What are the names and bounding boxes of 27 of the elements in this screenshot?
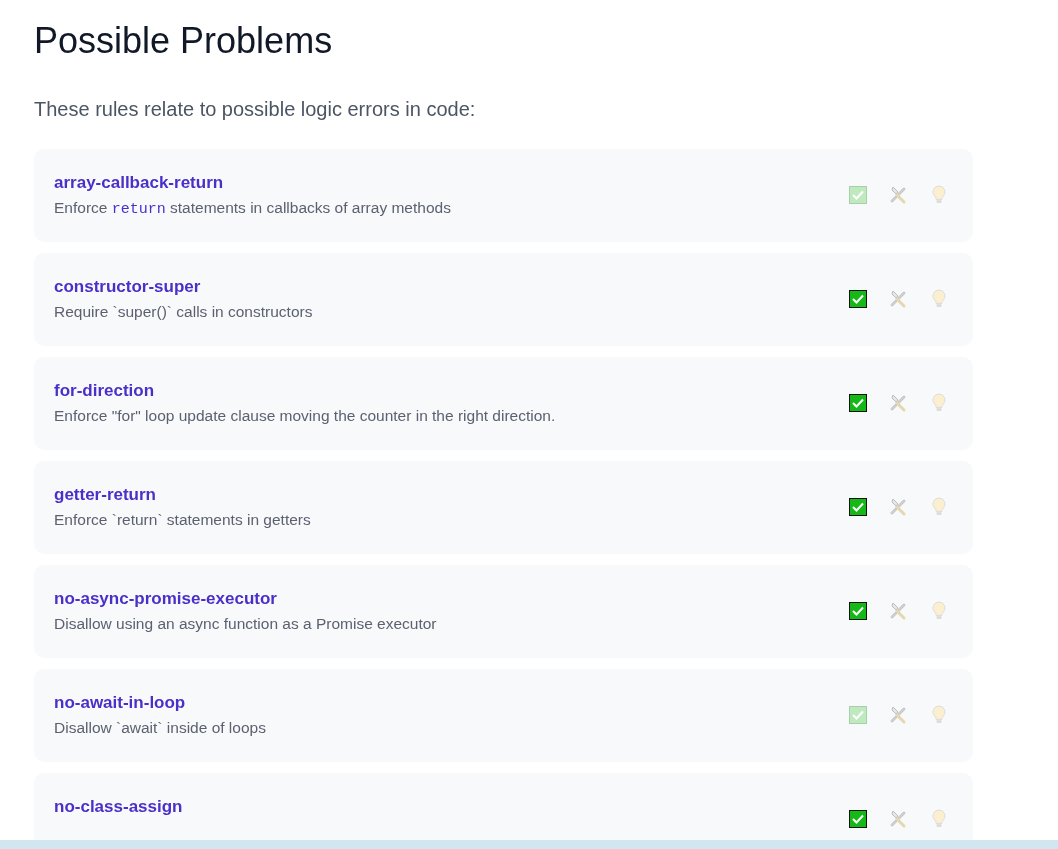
rule-description: Disallow using an async function as a Promise executor	[54, 615, 438, 633]
check-icon	[852, 814, 864, 824]
rule-link[interactable]: for-direction	[54, 381, 155, 401]
rule-description: Enforce return statements in callbacks of array methods	[54, 199, 452, 218]
rule-link[interactable]: no-async-promise-executor	[54, 589, 277, 609]
page-title: Possible Problems	[34, 20, 334, 62]
check-icon	[852, 190, 864, 200]
check-icon	[852, 710, 864, 720]
check-icon	[852, 606, 864, 616]
rule-description: Enforce `return` statements in getters	[54, 511, 312, 529]
rule-description: Enforce "for" loop update clause moving the counter in the right direction.	[54, 407, 557, 425]
intro-text: These rules relate to possible logic errors in code:	[34, 98, 477, 121]
lightbulb-icon	[931, 393, 947, 413]
check-icon	[852, 294, 864, 304]
lightbulb-icon	[931, 185, 947, 205]
lightbulb-icon	[931, 601, 947, 621]
check-icon	[852, 502, 864, 512]
rule-link[interactable]: no-class-assign	[54, 797, 183, 817]
rule-link[interactable]: getter-return	[54, 485, 156, 505]
rule-description: Require `super()` calls in constructors	[54, 303, 314, 321]
rule-description: Disallow `await` inside of loops	[54, 719, 267, 737]
check-icon	[852, 398, 864, 408]
lightbulb-icon	[931, 705, 947, 725]
lightbulb-icon	[931, 289, 947, 309]
lightbulb-icon	[931, 497, 947, 517]
lightbulb-icon	[931, 809, 947, 829]
rule-link[interactable]: constructor-super	[54, 277, 201, 297]
